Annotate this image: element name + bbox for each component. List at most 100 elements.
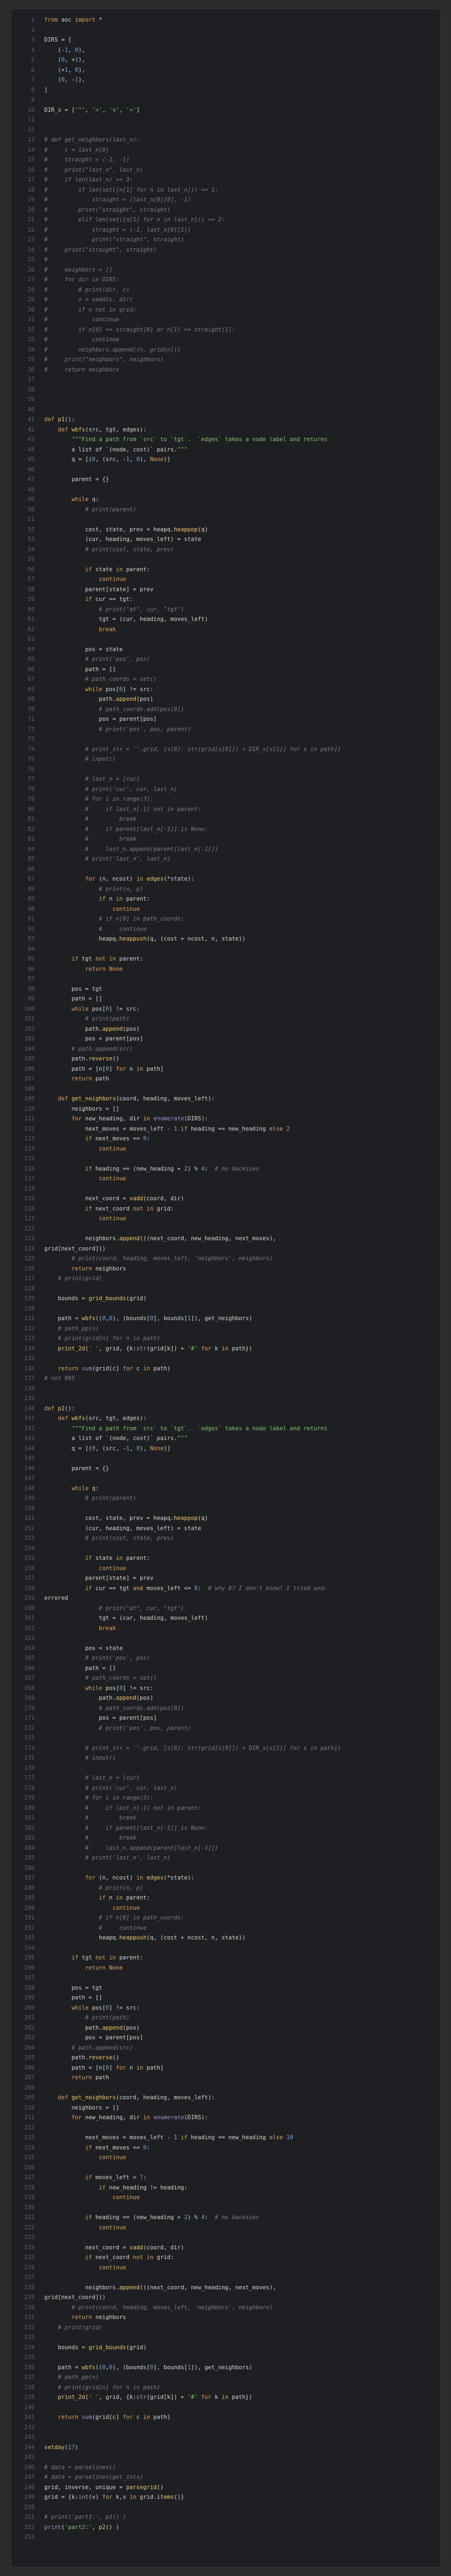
code-line[interactable]: 17 # if len(last_n) >= 3: — [11, 175, 440, 185]
code-line[interactable]: 55 — [11, 555, 440, 565]
code-line[interactable]: 105 path.reverse() — [11, 1054, 440, 1064]
code-line[interactable]: 56 if state in parent: — [11, 565, 440, 575]
code-line[interactable]: 58 parent[state] = prev — [11, 585, 440, 595]
code-line[interactable]: 177 # last_n = [cur] — [11, 1773, 440, 1783]
code-line[interactable]: 154 — [11, 1544, 440, 1554]
code-line[interactable]: 128 — [11, 1284, 440, 1294]
code-line[interactable]: 169 path.append(pos) — [11, 1693, 440, 1703]
code-line[interactable]: 240 — [11, 2403, 440, 2413]
code-line[interactable]: 19 # straight = (last_n[0][0], -1) — [11, 195, 440, 205]
code-line[interactable]: 213 next_moves = moves_left - 1 if headi… — [11, 2133, 440, 2143]
code-line[interactable]: 112 next_moves = moves_left - 1 if headi… — [11, 1124, 440, 1134]
code-line[interactable]: 164 pos = state — [11, 1644, 440, 1654]
code-line[interactable]: 131 path = wbfs((0,0), (bounds[0], bound… — [11, 1314, 440, 1324]
code-line[interactable]: 163 — [11, 1633, 440, 1644]
code-line[interactable]: 174 # print_str = ''.grid, [s[0]: str(gr… — [11, 1743, 440, 1754]
code-line[interactable]: 130 — [11, 1304, 440, 1314]
code-line[interactable]: 21 # elif len(set([n[1] for n in last_n])… — [11, 215, 440, 225]
code-line[interactable]: 152 (cur, heading, moves_left) = state — [11, 1524, 440, 1534]
code-line[interactable]: 89 if n in parent: — [11, 894, 440, 904]
code-line[interactable]: 204 # path.append(src) — [11, 2043, 440, 2053]
code-line[interactable]: 195 if tgt not in parent: — [11, 1953, 440, 1963]
code-line[interactable]: 108 — [11, 1084, 440, 1094]
code-line[interactable]: 4 (-1, 0), — [11, 45, 440, 56]
code-line[interactable]: 140 def p2(): — [11, 1404, 440, 1414]
code-line[interactable]: 157 parent[state] = prev — [11, 1573, 440, 1584]
code-line[interactable]: 100 while pos[0] != src: — [11, 1004, 440, 1015]
code-line[interactable]: 180 # if last_n[-1] not in parent: — [11, 1803, 440, 1814]
code-line[interactable]: 168 while pos[0] != src: — [11, 1683, 440, 1694]
code-line[interactable]: 171 pos = parent[pos] — [11, 1713, 440, 1723]
code-line[interactable]: 15 # straight = (-1, -1) — [11, 155, 440, 165]
code-line[interactable]: 136 return sum(grid[c] for c in path) — [11, 1364, 440, 1374]
code-line[interactable]: 84 # last_n.append(parent[last_n[-1]]) — [11, 844, 440, 855]
code-line[interactable]: 241 return sum(grid[c] for c in path) — [11, 2412, 440, 2423]
code-line[interactable]: 242 — [11, 2423, 440, 2433]
code-line[interactable]: 243 — [11, 2432, 440, 2443]
code-line[interactable]: 39 — [11, 395, 440, 405]
code-line[interactable]: 124 grid[next_coord])) — [11, 1244, 440, 1254]
code-line[interactable]: 118 — [11, 1184, 440, 1194]
code-line[interactable]: 186 — [11, 1863, 440, 1874]
code-line[interactable]: 77 # last_n = [cur] — [11, 774, 440, 785]
code-line[interactable]: 97 — [11, 974, 440, 984]
code-line[interactable]: 230 # print(coord, heading, moves_left, … — [11, 2303, 440, 2313]
code-line[interactable]: 219 continue — [11, 2193, 440, 2203]
code-line[interactable]: 228 neighbors.append(((next_coord, new_h… — [11, 2283, 440, 2293]
code-line[interactable]: 134 print_2d(' ', grid, {k:str(grid[k]) … — [11, 1344, 440, 1354]
code-line[interactable]: 53 (cur, heading, moves_left) = state — [11, 535, 440, 545]
code-line[interactable]: 76 — [11, 765, 440, 775]
code-line[interactable]: 227 — [11, 2273, 440, 2283]
code-line[interactable]: 103 pos = parent[pos] — [11, 1034, 440, 1044]
code-line[interactable]: 59 if cur == tgt: — [11, 594, 440, 605]
code-line[interactable]: 234 bounds = grid_bounds(grid) — [11, 2343, 440, 2353]
code-line[interactable]: 62 break — [11, 625, 440, 635]
code-line[interactable]: 215 continue — [11, 2153, 440, 2163]
code-line[interactable]: 37 — [11, 375, 440, 385]
code-line[interactable]: 16 # print("last_n", last_n) — [11, 165, 440, 175]
code-line[interactable]: 229 grid[next_coord])) — [11, 2293, 440, 2303]
code-line[interactable]: 11 — [11, 115, 440, 125]
code-line[interactable]: 125 # print(coord, heading, moves_left, … — [11, 1254, 440, 1264]
code-line[interactable]: 23 # print("straight", straight) — [11, 235, 440, 245]
code-line[interactable]: 83 # break — [11, 834, 440, 844]
code-line[interactable]: 194 — [11, 1943, 440, 1953]
code-line[interactable]: 210 neighbors = [] — [11, 2103, 440, 2113]
code-line[interactable]: 44 a list of `(node, cost)` pairs.""" — [11, 445, 440, 455]
code-line[interactable]: 196 return None — [11, 1963, 440, 1973]
code-line[interactable]: 66 path = [] — [11, 665, 440, 675]
code-line[interactable]: 192 # continue — [11, 1923, 440, 1933]
code-line[interactable]: 94 — [11, 944, 440, 955]
code-line[interactable]: 150 — [11, 1504, 440, 1514]
code-line[interactable]: 3 DIRS = [ — [11, 35, 440, 45]
code-line[interactable]: 239 print_2d(' ', grid, {k:str(grid[k]) … — [11, 2392, 440, 2403]
code-line[interactable]: 34 # neighbors.append((n, grid[n])) — [11, 345, 440, 355]
code-line[interactable]: 35 # print("neighbors", neighbors) — [11, 355, 440, 365]
code-line[interactable]: 218 if new_heading != heading: — [11, 2183, 440, 2193]
code-line[interactable]: 158 if cur == tgt and moves_left <= 8: #… — [11, 1584, 440, 1594]
code-line[interactable]: 178 # print('cur', cur, last_n) — [11, 1783, 440, 1794]
code-line[interactable]: 117 continue — [11, 1174, 440, 1184]
code-line[interactable]: 22 # straight = (-1, last_n[0][1]) — [11, 225, 440, 235]
code-line[interactable]: 221 if heading == (new_heading + 2) % 4:… — [11, 2213, 440, 2223]
code-line[interactable]: 114 continue — [11, 1144, 440, 1154]
code-line[interactable]: 225 if next_coord not in grid: — [11, 2253, 440, 2263]
code-line[interactable]: 99 path = [] — [11, 994, 440, 1004]
code-line[interactable]: 247 # data = parselines(get_ints) — [11, 2472, 440, 2483]
code-line[interactable]: 63 — [11, 634, 440, 645]
code-line[interactable]: 197 — [11, 1973, 440, 1983]
code-line[interactable]: 96 return None — [11, 964, 440, 975]
code-line[interactable]: 50 # print(parent) — [11, 505, 440, 515]
code-line[interactable]: 29 # n = vadd(c, dir) — [11, 295, 440, 305]
code-line[interactable]: 42 def wbfs(src, tgt, edges): — [11, 425, 440, 435]
code-line[interactable]: 238 # print(grid[n] for n in path) — [11, 2383, 440, 2393]
code-line[interactable]: 61 tgt = (cur, heading, moves_left) — [11, 614, 440, 625]
code-line[interactable]: 32 # if n[0] == straight[0] or n[1] == st… — [11, 325, 440, 335]
code-line[interactable]: 43 """Find a path from `src` to `tgt`. `… — [11, 435, 440, 445]
code-line[interactable]: 48 — [11, 485, 440, 495]
code-line[interactable]: 6 (+1, 0), — [11, 65, 440, 76]
code-line[interactable]: 24 # print("straight", straight) — [11, 245, 440, 255]
code-line[interactable]: 51 — [11, 515, 440, 525]
code-line[interactable]: 65 # print('pos', pos) — [11, 654, 440, 665]
code-line[interactable]: 183 # break — [11, 1833, 440, 1843]
